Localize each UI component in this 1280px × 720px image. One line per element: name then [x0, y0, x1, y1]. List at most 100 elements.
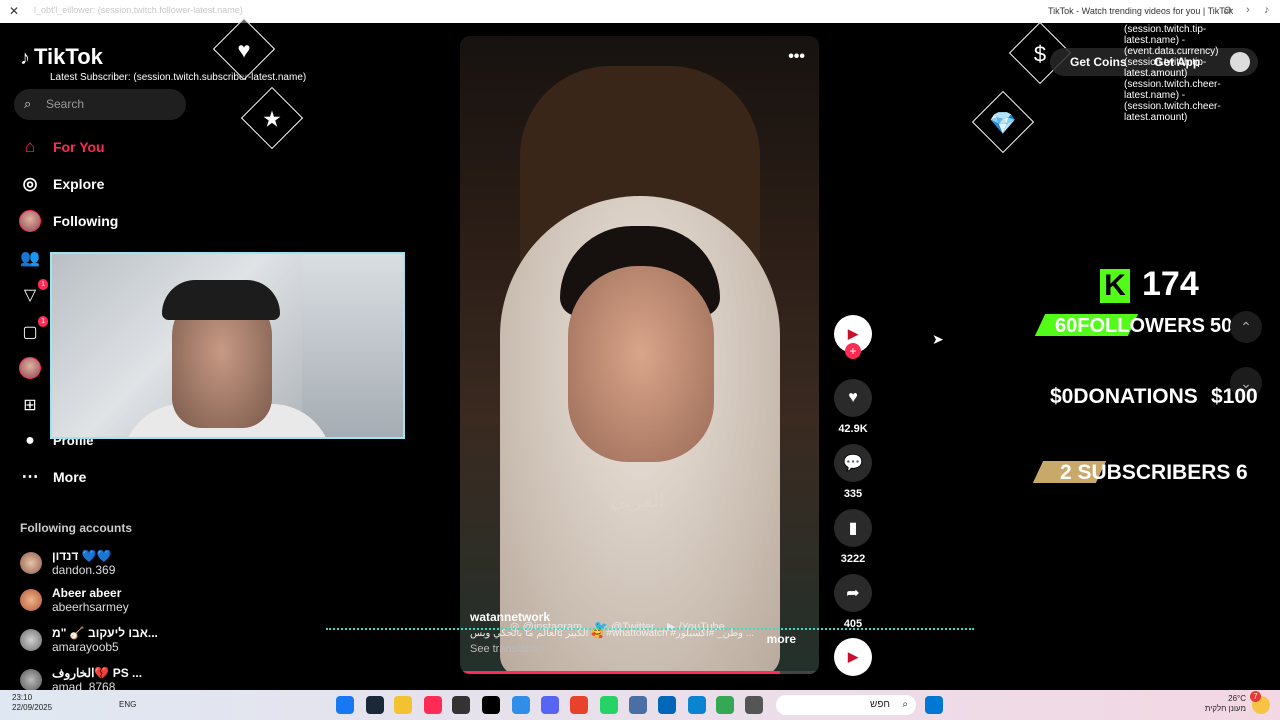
nav-following[interactable]: Following: [18, 209, 118, 233]
music-disc-icon: ▶: [834, 638, 872, 676]
chrome-app-icon[interactable]: [716, 696, 734, 714]
followers-target: 50: [1210, 315, 1233, 337]
weather-widget[interactable]: 26°C מעונן חלקית: [1196, 694, 1246, 714]
mouse-cursor-icon: ➤: [932, 331, 944, 347]
following-accounts-header: Following accounts: [20, 521, 133, 535]
nav-explore[interactable]: ◎ Explore: [18, 172, 105, 196]
weather-temp: 26°C: [1228, 694, 1246, 703]
kick-logo-icon: K: [1100, 269, 1130, 303]
followers-label: FOLLOWERS: [1077, 315, 1206, 337]
account-handle: amarayoob5: [52, 640, 119, 654]
comment-icon[interactable]: 💬: [834, 444, 872, 482]
overlay-divider-line: [326, 628, 974, 630]
friends-icon[interactable]: 👥: [18, 246, 42, 270]
video-options-icon[interactable]: •••: [788, 48, 805, 66]
instagram-handle: @instagram: [522, 621, 583, 633]
scroll-up-button[interactable]: ⌃: [1230, 311, 1262, 343]
logo-text: TikTok: [34, 44, 103, 69]
heart-icon[interactable]: ♥: [834, 379, 872, 417]
live-avatar-icon[interactable]: [18, 356, 42, 380]
avatar: [20, 629, 42, 651]
music-disc[interactable]: ▶: [834, 638, 872, 676]
see-translation-link[interactable]: See translation: [470, 643, 810, 655]
following-account[interactable]: Abeer abeer abeerhsarmey: [20, 586, 129, 614]
star-diamond: ★: [240, 86, 304, 150]
tiktok-app-icon[interactable]: [482, 696, 500, 714]
account-handle: dandon.369: [52, 563, 116, 577]
following-account[interactable]: דנדון 💙💙 dandon.369: [20, 549, 115, 577]
youtube-icon: ▶: [666, 621, 676, 633]
whatsapp-app-icon[interactable]: [600, 696, 618, 714]
acrobat-app-icon[interactable]: [570, 696, 588, 714]
refresh-icon[interactable]: ⟳: [1224, 4, 1233, 17]
video-player[interactable]: العربي •••: [460, 36, 819, 674]
windows-start-icon[interactable]: [925, 696, 943, 714]
browser-app-icon[interactable]: [512, 696, 530, 714]
gem-diamond: 💎: [971, 90, 1035, 154]
like-action[interactable]: ♥ 42.9K: [834, 379, 872, 435]
nav-label: More: [53, 469, 87, 485]
discord-app-icon[interactable]: [541, 696, 559, 714]
taskbar-search[interactable]: חפש ⌕: [776, 695, 916, 715]
avatar: [20, 552, 42, 574]
steam-app-icon[interactable]: [366, 696, 384, 714]
share-action[interactable]: ➦ 405: [834, 574, 872, 630]
following-avatar-icon: [18, 209, 42, 233]
avatar: [20, 669, 42, 691]
social-links-overlay: ◎ @instagram 🐦 @Twitter ▶ /YouTube: [510, 620, 725, 633]
save-count: 3222: [840, 553, 866, 565]
caption-more-link[interactable]: more: [767, 632, 796, 646]
nav-label: Explore: [53, 176, 105, 192]
activity-icon[interactable]: ▽ 1: [18, 279, 48, 307]
edge-app-icon[interactable]: [688, 696, 706, 714]
follow-plus-icon[interactable]: +: [845, 343, 861, 359]
forward-icon[interactable]: ›: [1246, 4, 1250, 16]
windows-taskbar: 23:10 22/09/2025 ENG חפש ⌕ 26°C מעונן חלקית…: [0, 690, 1280, 720]
subscribers-target: 6: [1236, 461, 1248, 484]
home-icon: ⌂: [24, 137, 36, 156]
obs-app-icon[interactable]: [452, 696, 470, 714]
tip-cheer-overlay: (session.twitch.tip-latest.name) - (even…: [1124, 24, 1221, 123]
share-icon[interactable]: ➦: [834, 574, 872, 612]
browser-top-bar: ✕ l_obt'l_eillower: (session.twitch.foll…: [0, 0, 1280, 23]
profile-icon[interactable]: ●: [18, 429, 42, 453]
get-coins-button[interactable]: Get Coins: [1070, 55, 1127, 69]
followers-current: 60: [1055, 315, 1078, 337]
avatar: [20, 589, 42, 611]
kick-count: 174: [1142, 265, 1199, 303]
bookmark-icon[interactable]: ▮: [834, 509, 872, 547]
nav-for-you[interactable]: ⌂ For You: [18, 135, 105, 159]
upload-icon[interactable]: ⊞: [18, 393, 42, 417]
messages-icon[interactable]: ▢ 1: [18, 316, 48, 344]
webcam-overlay: [50, 252, 405, 439]
search-box[interactable]: ⌕: [14, 89, 186, 120]
comment-action[interactable]: 💬 335: [834, 444, 872, 500]
faded-url-text: l_obt'l_eillower: (session.twitch.follow…: [34, 5, 243, 15]
save-action[interactable]: ▮ 3222: [834, 509, 872, 565]
youtube-handle: /YouTube: [678, 621, 725, 633]
tiktok-note-icon: ♪: [20, 47, 30, 69]
donations-goal: $0DONATIONS: [1050, 385, 1198, 408]
taskbar-clock[interactable]: 23:10 22/09/2025: [12, 693, 52, 713]
search-input[interactable]: [46, 95, 176, 113]
nav-more[interactable]: ⋯ More: [18, 465, 87, 489]
account-name: דנדון 💙💙: [52, 549, 112, 563]
file-explorer-icon[interactable]: [394, 696, 412, 714]
heart-icon: ♥: [237, 37, 251, 63]
tiktok-tab-icon[interactable]: ♪: [1264, 4, 1270, 16]
store-app-icon[interactable]: [658, 696, 676, 714]
search-icon: ⌕: [24, 96, 32, 111]
tiktok-studio-icon[interactable]: [424, 696, 442, 714]
share-count: 405: [843, 618, 863, 630]
following-account[interactable]: אבו ליעקוב 🪕 "מ... amarayoob5: [20, 626, 158, 654]
creator-avatar[interactable]: ▶ +: [834, 315, 872, 359]
kick-viewer-stat: K 174: [1100, 265, 1199, 304]
language-indicator[interactable]: ENG: [119, 700, 136, 709]
video-progress-bar[interactable]: [460, 671, 819, 674]
tiktok-logo[interactable]: ♪ TikTok: [20, 44, 103, 70]
close-tab-icon[interactable]: ✕: [9, 4, 19, 18]
facebook-app-icon[interactable]: [336, 696, 354, 714]
calculator-app-icon[interactable]: [629, 696, 647, 714]
clock-time: 23:10: [12, 693, 33, 702]
terminal-app-icon[interactable]: [745, 696, 763, 714]
